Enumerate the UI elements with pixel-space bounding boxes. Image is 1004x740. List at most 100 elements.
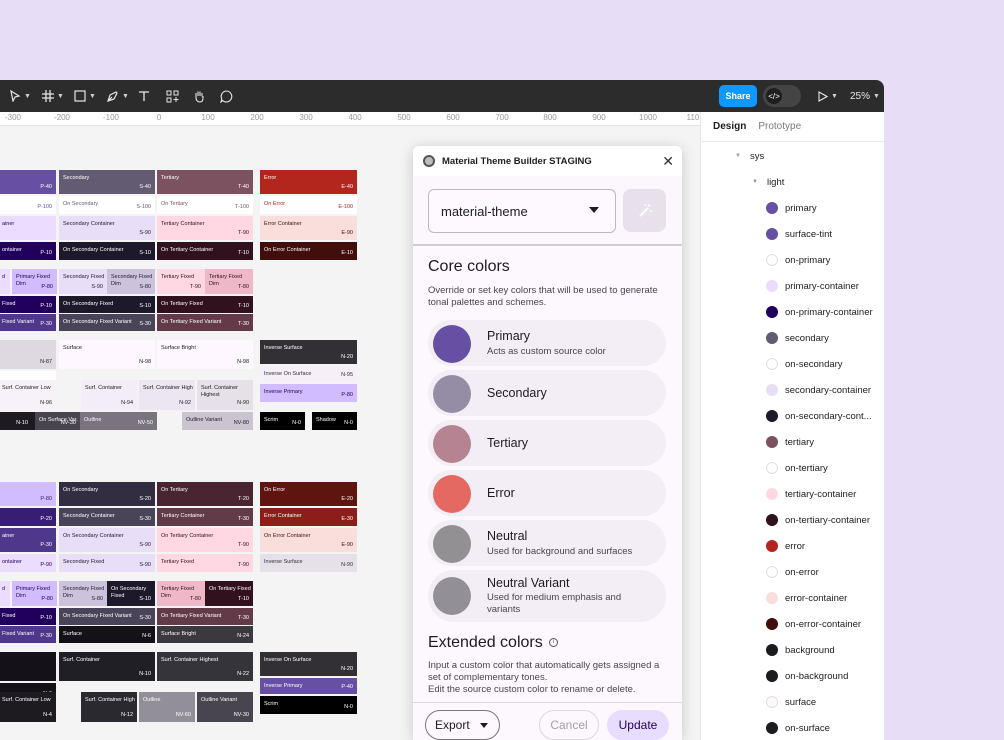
present-button[interactable]: ▼ (817, 80, 838, 112)
color-swatch-tile[interactable]: On Surface Var. NV-30 (35, 412, 80, 430)
color-swatch-tile[interactable]: Secondary Fixed S-90 (59, 269, 107, 294)
core-color-row[interactable]: Neutral Variant Used for medium emphasis … (428, 570, 666, 622)
color-swatch-tile[interactable]: Inverse Primary P-40 (260, 678, 357, 694)
color-swatch[interactable] (433, 375, 471, 413)
frame-tool[interactable]: ▼ (42, 80, 64, 112)
color-swatch-tile[interactable]: On Error E-100 (260, 196, 357, 214)
color-swatch-tile[interactable]: Tertiary Container T-30 (157, 508, 253, 526)
color-swatch-tile[interactable]: Primary Fixed Dim P-80 (12, 581, 57, 606)
color-swatch-tile[interactable]: d (0, 581, 10, 606)
color-swatch-tile[interactable]: On Error E-20 (260, 482, 357, 506)
color-swatch-tile[interactable]: On Error Container E-90 (260, 528, 357, 552)
comment-tool[interactable] (220, 80, 233, 112)
color-swatch-tile[interactable]: On Tertiary Fixed T-10 (205, 581, 253, 606)
color-swatch-tile[interactable]: Secondary Container S-30 (59, 508, 155, 526)
tree-group[interactable]: ▼ sys (735, 143, 764, 169)
tree-variable-row[interactable]: on-error (766, 559, 819, 585)
color-swatch-tile[interactable]: Inverse Surface N-20 (260, 340, 357, 364)
color-swatch-tile[interactable]: Secondary Fixed S-90 (59, 554, 155, 572)
color-swatch-tile[interactable]: On Tertiary Fixed Variant T-30 (157, 608, 253, 625)
color-swatch-tile[interactable]: Tertiary Fixed T-90 (157, 554, 253, 572)
color-swatch-tile[interactable]: Fixed Variant P-30 (0, 626, 56, 643)
cancel-button[interactable]: Cancel (539, 710, 599, 740)
tree-variable-row[interactable]: error (766, 533, 805, 559)
color-swatch-tile[interactable]: Secondary Container S-90 (59, 216, 155, 240)
tree-variable-row[interactable]: on-secondary-cont... (766, 403, 872, 429)
color-swatch-tile[interactable]: P-100 (0, 196, 56, 214)
color-swatch-tile[interactable]: On Secondary S-100 (59, 196, 155, 214)
color-swatch-tile[interactable]: Tertiary Container T-90 (157, 216, 253, 240)
core-color-row[interactable]: Secondary (428, 370, 666, 416)
color-swatch-tile[interactable]: Fixed Variant P-30 (0, 314, 56, 331)
core-color-row[interactable]: Tertiary (428, 420, 666, 466)
color-swatch-tile[interactable]: On Error Container E-10 (260, 242, 357, 260)
color-swatch-tile[interactable]: Outline NV-50 (80, 412, 157, 430)
color-swatch-tile[interactable]: On Secondary Fixed S-10 (59, 296, 155, 313)
color-swatch-tile[interactable]: Outline NV-60 (139, 692, 195, 722)
color-swatch-tile[interactable]: N-10 (0, 412, 32, 430)
color-swatch-tile[interactable]: On Secondary Container S-10 (59, 242, 155, 260)
tree-variable-row[interactable]: background (766, 637, 835, 663)
tree-variable-row[interactable]: on-error-container (766, 611, 861, 637)
color-swatch-tile[interactable]: Surf. Container N-10 (59, 652, 155, 681)
tree-variable-row[interactable]: on-primary (766, 247, 830, 273)
color-swatch-tile[interactable]: On Secondary Fixed Variant S-30 (59, 314, 155, 331)
color-swatch-tile[interactable]: Shadow N-0 (312, 412, 357, 430)
color-swatch-tile[interactable]: Inverse On Surface N-20 (260, 652, 357, 676)
color-swatch-tile[interactable]: Surf. Container Highest N-90 (197, 380, 253, 410)
color-swatch[interactable] (433, 425, 471, 463)
tree-variable-row[interactable]: surface (766, 689, 816, 715)
color-swatch-tile[interactable]: Surface N-6 (59, 626, 155, 643)
color-swatch-tile[interactable]: Scrim N-0 (260, 412, 305, 430)
core-color-row[interactable]: Neutral Used for background and surfaces (428, 520, 666, 566)
move-tool[interactable]: ▼ (9, 80, 31, 112)
color-swatch-tile[interactable]: Primary Fixed Dim P-80 (12, 269, 57, 294)
color-swatch-tile[interactable]: Tertiary Fixed Dim T-80 (157, 581, 205, 606)
tree-variable-row[interactable]: primary (766, 195, 817, 221)
tree-variable-row[interactable]: secondary-container (766, 377, 871, 403)
zoom-menu[interactable]: 25% ▼ (850, 80, 880, 112)
color-swatch-tile[interactable]: On Tertiary T-100 (157, 196, 253, 214)
share-button[interactable]: Share (719, 85, 757, 107)
color-swatch-tile[interactable]: Error E-40 (260, 170, 357, 194)
core-color-row[interactable]: Error (428, 470, 666, 516)
color-swatch-tile[interactable]: Scrim N-0 (260, 696, 357, 714)
color-swatch-tile[interactable]: Surface N-98 (59, 340, 155, 369)
color-swatch-tile[interactable]: Tertiary Fixed T-90 (157, 269, 205, 294)
color-swatch-tile[interactable]: Error Container E-30 (260, 508, 357, 526)
color-swatch-tile[interactable]: Surf. Container Low N-96 (0, 380, 56, 410)
color-swatch-tile[interactable]: On Secondary Fixed Variant S-30 (59, 608, 155, 625)
color-swatch-tile[interactable]: On Secondary Container S-90 (59, 528, 155, 552)
color-swatch-tile[interactable]: Surf. Container Highest N-22 (157, 652, 253, 681)
color-swatch-tile[interactable]: On Tertiary Fixed T-10 (157, 296, 253, 313)
tree-variable-row[interactable]: on-secondary (766, 351, 843, 377)
color-swatch-tile[interactable]: Inverse Primary P-80 (260, 384, 357, 402)
update-button[interactable]: Update (607, 710, 669, 740)
color-swatch-tile[interactable]: Secondary Fixed Dim S-80 (107, 269, 155, 294)
color-swatch-tile[interactable]: N-87 (0, 340, 56, 369)
color-swatch-tile[interactable]: Tertiary T-40 (157, 170, 253, 194)
color-swatch-tile[interactable]: Tertiary Fixed Dim T-80 (205, 269, 253, 294)
tree-variable-row[interactable]: on-background (766, 663, 848, 689)
color-swatch-tile[interactable]: Surface Bright N-98 (157, 340, 253, 369)
dev-mode-toggle[interactable]: </> (763, 85, 801, 107)
color-swatch-tile[interactable]: Surf. Container Low N-4 (0, 692, 56, 722)
close-icon[interactable]: ✕ (662, 153, 674, 170)
info-icon[interactable]: i (548, 638, 558, 648)
color-swatch-tile[interactable]: Secondary Fixed Dim S-80 (59, 581, 107, 606)
tree-variable-row[interactable]: tertiary-container (766, 481, 856, 507)
color-swatch-tile[interactable]: On Tertiary Container T-90 (157, 528, 253, 552)
color-swatch-tile[interactable]: d (0, 269, 10, 294)
color-swatch-tile[interactable]: Surf. Container N-94 (81, 380, 137, 410)
resources-tool[interactable] (166, 80, 179, 112)
magic-wand-button[interactable] (623, 189, 666, 232)
tree-group[interactable]: ▼ light (752, 169, 784, 195)
color-swatch[interactable] (433, 475, 471, 513)
core-color-row[interactable]: Primary Acts as custom source color (428, 320, 666, 366)
tree-variable-row[interactable]: on-primary-container (766, 299, 873, 325)
color-swatch-tile[interactable]: ainer P-30 (0, 528, 56, 552)
color-swatch-tile[interactable]: Fixed P-10 (0, 296, 56, 313)
color-swatch-tile[interactable]: On Secondary Fixed S-10 (107, 581, 155, 606)
color-swatch-tile[interactable]: Surface Bright N-24 (157, 626, 253, 643)
color-swatch-tile[interactable]: Outline Variant NV-30 (197, 692, 253, 722)
